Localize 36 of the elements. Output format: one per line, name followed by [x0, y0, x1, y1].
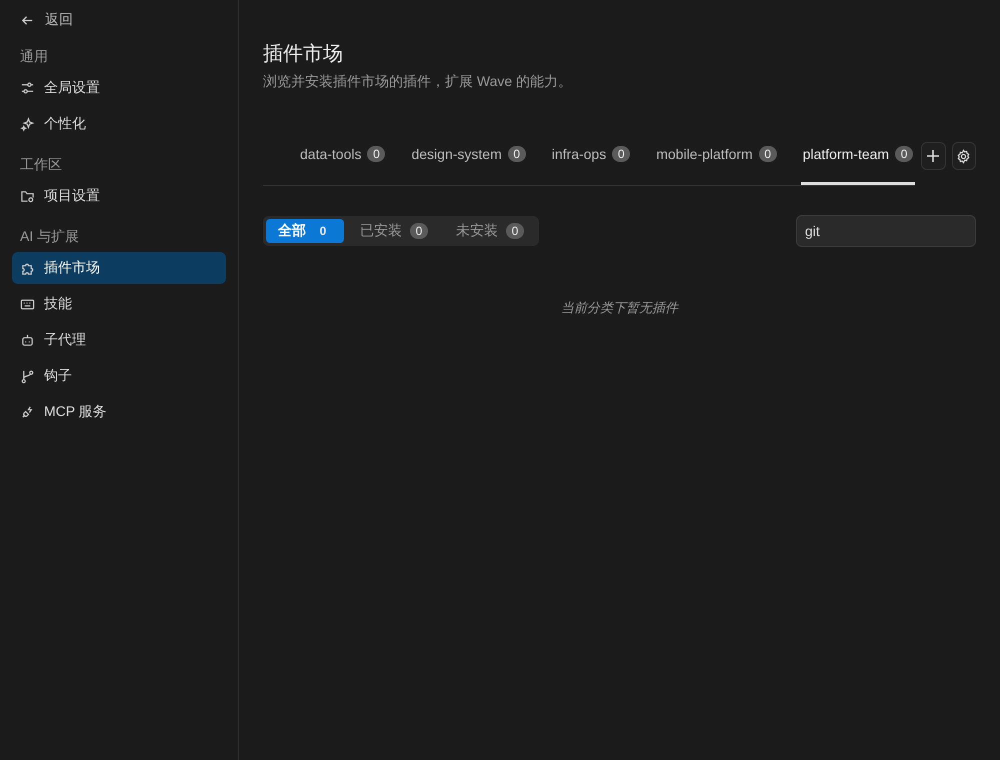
sidebar-item[interactable]: 技能 — [12, 288, 226, 320]
filter-tab[interactable]: 未安装 0 — [444, 219, 536, 243]
settings-icon — [956, 148, 972, 164]
folder-icon — [20, 188, 35, 204]
section-heading: 通用 — [19, 48, 49, 66]
sidebar-item[interactable]: MCP 服务 — [12, 396, 226, 428]
add-button[interactable] — [921, 142, 946, 170]
marketplace-tab[interactable]: mobile-platform 0 — [654, 126, 779, 184]
robot-icon — [20, 332, 35, 348]
marketplace-tab[interactable]: infra-ops 0 — [550, 126, 632, 184]
marketplace-tab[interactable]: design-system 0 — [409, 126, 528, 184]
filter-tab[interactable]: 全部 0 — [266, 219, 344, 243]
sparkle-icon — [20, 116, 35, 132]
sidebar-item[interactable]: 钩子 — [12, 360, 226, 392]
sidebar-item[interactable]: 全局设置 — [12, 72, 226, 104]
sidebar-item[interactable]: 子代理 — [12, 324, 226, 356]
back-link[interactable]: 返回 — [12, 8, 81, 32]
plus-icon — [925, 148, 942, 164]
marketplace-tab[interactable]: platform-team 0 — [800, 126, 916, 184]
page-title: 插件市场 — [263, 42, 343, 67]
section-heading: AI 与扩展 — [19, 228, 80, 246]
empty-message: 当前分类下暂无插件 — [561, 299, 678, 317]
plug-icon — [20, 404, 35, 420]
keyboard-icon — [20, 296, 35, 312]
section-heading: 工作区 — [19, 156, 63, 174]
page-subtitle: 浏览并安装插件市场的插件，扩展 Wave 的能力。 — [263, 73, 572, 91]
branch-icon — [20, 368, 35, 384]
sidebar-item[interactable]: 项目设置 — [12, 180, 226, 212]
sidebar-item[interactable]: 个性化 — [12, 108, 226, 140]
puzzle-icon — [20, 260, 35, 276]
filter-tab[interactable]: 已安装 0 — [348, 219, 440, 243]
marketplace-tab[interactable]: data-tools 0 — [298, 126, 388, 184]
search-field[interactable]: git — [796, 215, 976, 247]
sidebar-item[interactable]: 插件市场 — [12, 252, 226, 284]
sliders-icon — [20, 80, 35, 96]
settings-button[interactable] — [952, 142, 976, 170]
